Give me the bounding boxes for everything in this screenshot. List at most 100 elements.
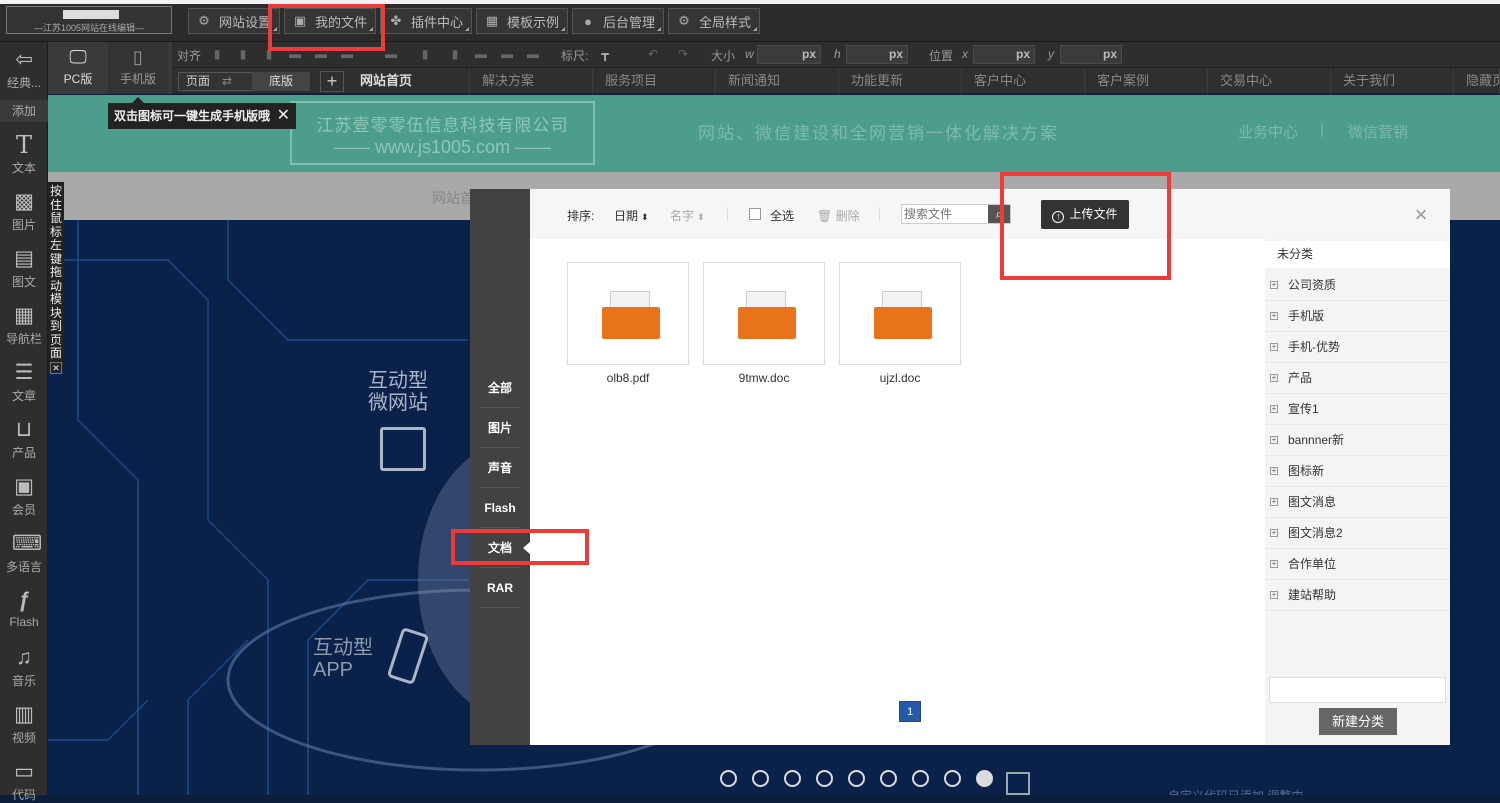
menu-global-style[interactable]: ⚙ 全局样式: [668, 8, 760, 34]
file-name[interactable]: ujzl.doc: [839, 371, 961, 385]
filetype-tab-audio[interactable]: 声音: [470, 448, 530, 488]
slider-dot[interactable]: [848, 770, 865, 787]
height-input[interactable]: px: [846, 45, 908, 64]
category-item[interactable]: + 宣传1: [1265, 394, 1450, 425]
tool-code[interactable]: ▭ 代码: [0, 754, 48, 802]
tool-image-text[interactable]: ▤ 图文: [0, 241, 48, 298]
category-uncategorized[interactable]: 未分类: [1265, 241, 1450, 268]
expand-icon[interactable]: +: [1270, 405, 1278, 413]
tool-text[interactable]: T 文本: [0, 127, 48, 184]
nav-item-news[interactable]: 新闻通知: [716, 68, 839, 94]
mobile-version-button[interactable]: ▯ 手机版: [108, 42, 168, 94]
sort-by-name[interactable]: 名字 ⬍: [670, 207, 705, 224]
expand-icon[interactable]: +: [1270, 529, 1278, 537]
expand-icon[interactable]: +: [1270, 436, 1278, 444]
slider-dot[interactable]: [912, 770, 929, 787]
width-input[interactable]: px: [757, 45, 821, 64]
expand-icon[interactable]: +: [1270, 560, 1278, 568]
link-wechat[interactable]: 微信营销: [1348, 121, 1408, 142]
tool-product[interactable]: ⊔ 产品: [0, 412, 48, 469]
tool-member[interactable]: ▣ 会员: [0, 469, 48, 526]
category-item[interactable]: + 图文消息2: [1265, 518, 1450, 549]
tool-music[interactable]: ♫ 音乐: [0, 640, 48, 697]
same-width-icon[interactable]: ▬: [474, 47, 488, 61]
close-icon[interactable]: ✕: [277, 103, 290, 129]
file-card[interactable]: [703, 262, 825, 365]
add-page-button[interactable]: +: [320, 71, 344, 92]
tool-image[interactable]: ▩ 图片: [0, 184, 48, 241]
same-height-icon[interactable]: ▬: [500, 47, 514, 61]
tool-video[interactable]: ▥ 视频: [0, 697, 48, 754]
classic-mode-button[interactable]: ⇦ 经典...: [0, 42, 48, 99]
expand-icon[interactable]: +: [1270, 374, 1278, 382]
distribute-icon[interactable]: ▬: [384, 47, 398, 61]
same-size-icon[interactable]: ▬: [526, 47, 540, 61]
menu-site-settings[interactable]: ⚙ 网站设置: [188, 8, 280, 34]
expand-icon[interactable]: +: [1270, 498, 1278, 506]
file-card[interactable]: [567, 262, 689, 365]
slider-dot[interactable]: [720, 770, 737, 787]
expand-icon[interactable]: +: [1270, 343, 1278, 351]
category-item[interactable]: + 手机版: [1265, 301, 1450, 332]
slider-dot[interactable]: [944, 770, 961, 787]
search-input[interactable]: [904, 206, 988, 222]
menu-plugin-center[interactable]: ✤ 插件中心: [380, 8, 472, 34]
expand-icon[interactable]: +: [1270, 467, 1278, 475]
nav-item-trade[interactable]: 交易中心: [1208, 68, 1331, 94]
slider-dot[interactable]: [784, 770, 801, 787]
slider-dot[interactable]: [752, 770, 769, 787]
tool-article[interactable]: ☰ 文章: [0, 355, 48, 412]
delete-button[interactable]: 🗑 删除: [817, 207, 860, 224]
slider-dot[interactable]: [816, 770, 833, 787]
category-item[interactable]: + 合作单位: [1265, 549, 1450, 580]
category-item[interactable]: + 图文消息: [1265, 487, 1450, 518]
pc-version-button[interactable]: 🖵 PC版: [48, 42, 108, 94]
bottom-layer-tab[interactable]: 底版: [252, 72, 310, 91]
align-left-icon[interactable]: ▮: [210, 47, 224, 61]
filetype-tab-all[interactable]: 全部: [470, 368, 530, 408]
page-tab[interactable]: 页面 ⇄: [178, 72, 252, 91]
tool-flash[interactable]: ƒ Flash: [0, 583, 48, 640]
close-icon[interactable]: ✕: [50, 361, 62, 374]
y-input[interactable]: px: [1060, 45, 1122, 64]
slider-dot[interactable]: [880, 770, 897, 787]
distribute-h-icon[interactable]: ▮: [448, 47, 462, 61]
category-item[interactable]: + 手机-优势: [1265, 332, 1450, 363]
category-item[interactable]: + 建站帮助: [1265, 580, 1450, 611]
category-item[interactable]: + 公司资质: [1265, 270, 1450, 301]
file-name[interactable]: olb8.pdf: [567, 371, 689, 385]
tool-navbar[interactable]: ▦ 导航栏: [0, 298, 48, 355]
nav-item-home[interactable]: 网站首页: [348, 68, 470, 94]
category-item[interactable]: + 图标新: [1265, 456, 1450, 487]
undo-icon[interactable]: ↶: [646, 47, 660, 61]
slider-dot-active[interactable]: [976, 770, 993, 787]
file-name[interactable]: 9tmw.doc: [703, 371, 825, 385]
category-item[interactable]: + bannner新: [1265, 425, 1450, 456]
distribute-v-icon[interactable]: ▮: [418, 47, 432, 61]
sort-by-date[interactable]: 日期 ⬍: [614, 207, 649, 224]
nav-item-cases[interactable]: 客户案例: [1085, 68, 1208, 94]
menu-template-examples[interactable]: ▦ 模板示例: [476, 8, 568, 34]
filetype-tab-image[interactable]: 图片: [470, 408, 530, 448]
ruler-icon[interactable]: ┳: [598, 47, 612, 61]
redo-icon[interactable]: ↷: [676, 47, 690, 61]
expand-icon[interactable]: +: [1270, 281, 1278, 289]
tool-multilang[interactable]: ⌨ 多语言: [0, 526, 48, 583]
x-input[interactable]: px: [973, 45, 1035, 64]
category-item[interactable]: + 产品: [1265, 363, 1450, 394]
nav-item-hidden[interactable]: 隐藏页: [1454, 68, 1500, 94]
filetype-tab-rar[interactable]: RAR: [470, 568, 530, 608]
align-center-icon[interactable]: ▮: [236, 47, 250, 61]
nav-item-customer-center[interactable]: 客户中心: [962, 68, 1085, 94]
nav-item-services[interactable]: 服务项目: [593, 68, 716, 94]
pagination-page-1[interactable]: 1: [899, 701, 921, 722]
expand-icon[interactable]: +: [1270, 591, 1278, 599]
nav-item-solutions[interactable]: 解决方案: [470, 68, 593, 94]
new-category-button[interactable]: 新建分类: [1319, 708, 1397, 735]
dialog-close-button[interactable]: ×: [1412, 204, 1430, 226]
select-all-checkbox[interactable]: [749, 208, 761, 220]
file-card[interactable]: [839, 262, 961, 365]
menu-admin[interactable]: ● 后台管理: [572, 8, 664, 34]
nav-item-about[interactable]: 关于我们: [1331, 68, 1454, 94]
new-category-input[interactable]: [1269, 677, 1446, 703]
